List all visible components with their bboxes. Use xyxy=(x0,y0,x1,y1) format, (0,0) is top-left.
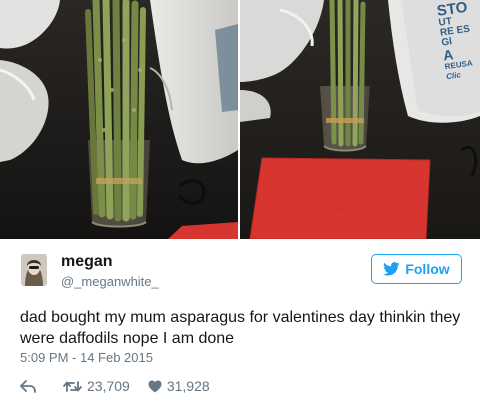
photo-asparagus-glass-image xyxy=(0,0,238,239)
display-name[interactable]: megan xyxy=(61,253,113,271)
tweet-actions: 23,709 31,928 xyxy=(20,377,210,395)
tweet-text: dad bought my mum asparagus for valentin… xyxy=(20,309,461,347)
photo-asparagus-envelope[interactable]: ~ ~ STO UT RE ES Gl A REUSA Clic xyxy=(240,0,480,239)
follow-button[interactable]: Follow xyxy=(371,254,462,284)
follow-button-label: Follow xyxy=(405,261,450,277)
retweet-count: 23,709 xyxy=(87,378,130,394)
bird-icon xyxy=(383,262,400,276)
avatar-image xyxy=(21,254,47,286)
like-count: 31,928 xyxy=(166,378,210,394)
photo-asparagus-glass[interactable] xyxy=(0,0,238,239)
heart-icon xyxy=(148,380,162,392)
tweet-media[interactable]: ~ ~ STO UT RE ES Gl A REUSA Clic xyxy=(0,0,480,239)
retweet-icon xyxy=(63,380,82,392)
svg-text:~ ~: ~ ~ xyxy=(338,208,347,214)
avatar[interactable] xyxy=(21,254,47,286)
reply-button[interactable] xyxy=(20,379,36,393)
reply-arrow-icon xyxy=(20,379,36,393)
tweet-timestamp[interactable]: 5:09 PM - 14 Feb 2015 xyxy=(20,350,153,366)
user-handle[interactable]: @_meganwhite_ xyxy=(61,274,159,290)
tweet-card: megan @_meganwhite_ Follow dad bought my… xyxy=(0,239,480,407)
like-button[interactable]: 31,928 xyxy=(148,378,210,394)
retweet-button[interactable]: 23,709 xyxy=(63,378,130,394)
